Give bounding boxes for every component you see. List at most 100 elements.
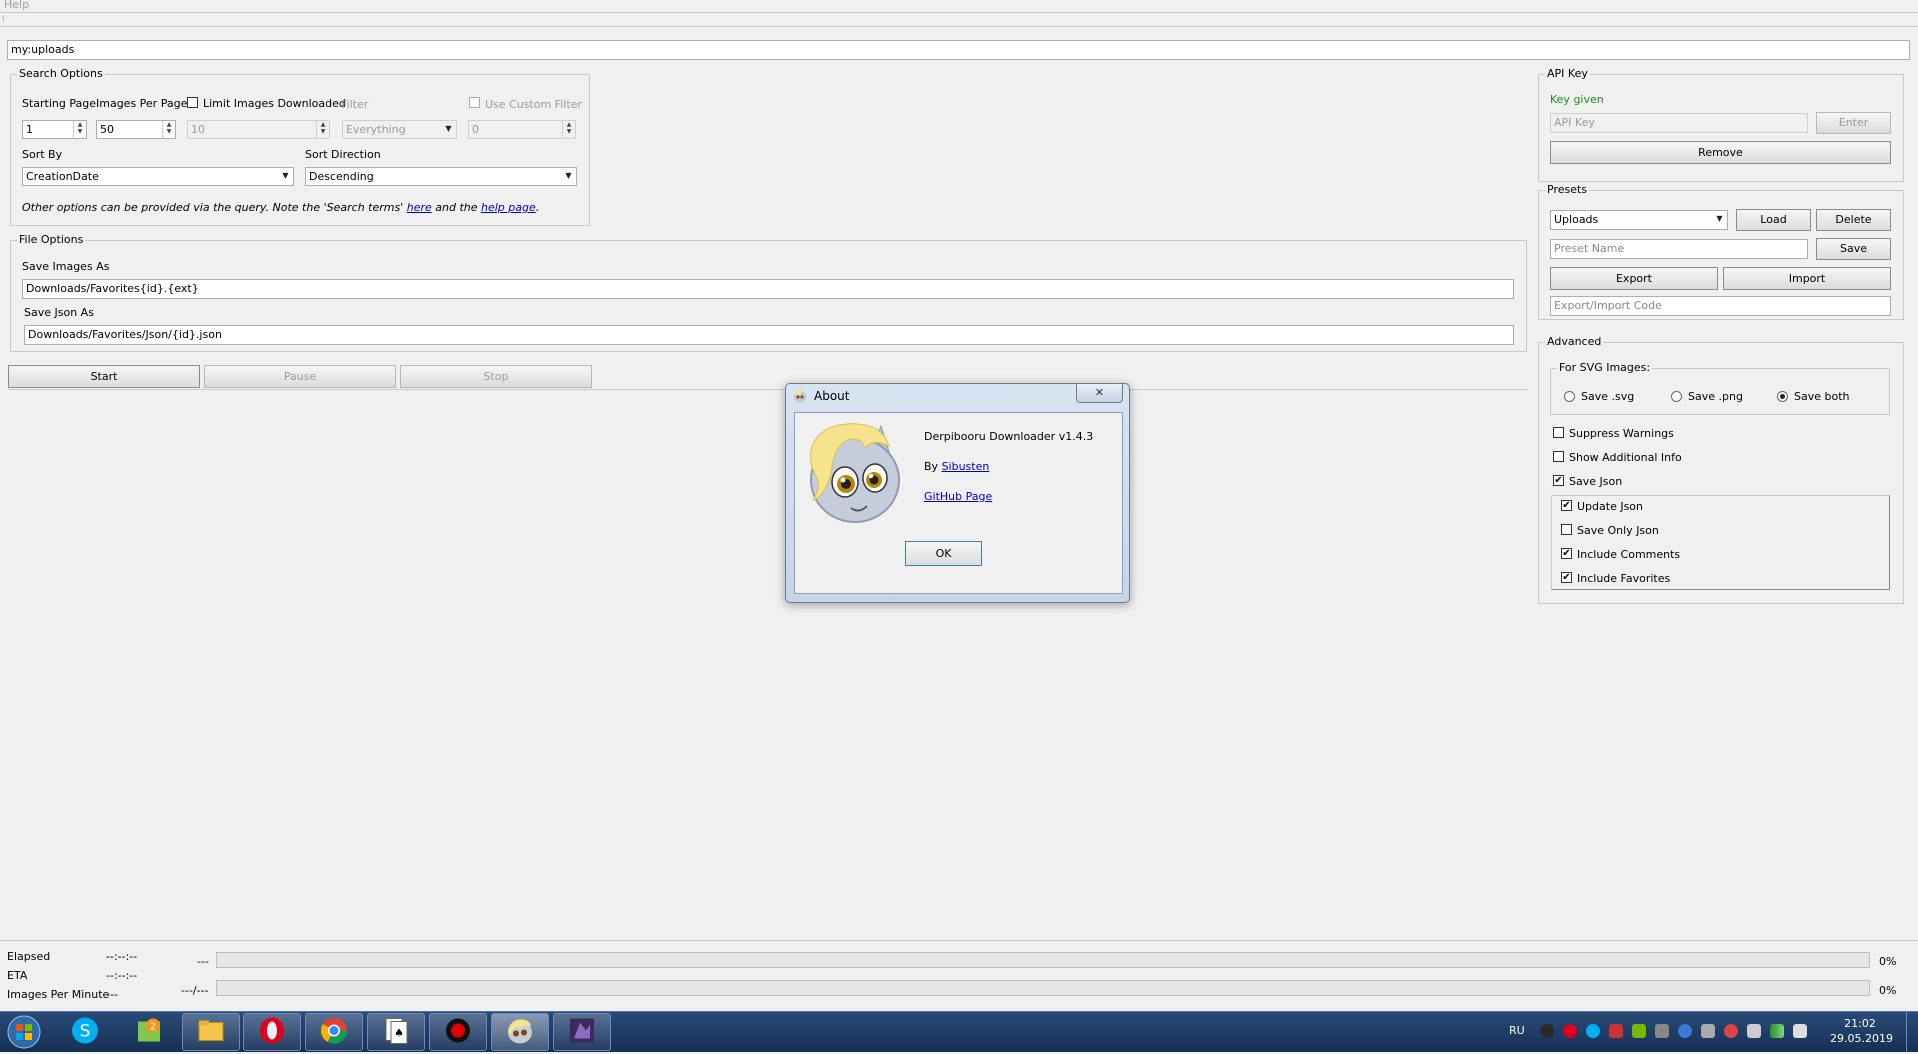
progress-total-text: ---/--- — [181, 984, 209, 997]
advanced-title: Advanced — [1545, 335, 1604, 348]
save-only-json-checkbox[interactable] — [1561, 524, 1572, 535]
save-png-label: Save .png — [1688, 390, 1743, 403]
skype-tray-icon[interactable] — [1586, 1024, 1600, 1038]
suppress-warnings-checkbox[interactable] — [1553, 427, 1564, 438]
delete-preset-button[interactable]: Delete — [1816, 209, 1891, 231]
volume-icon[interactable] — [1701, 1024, 1715, 1038]
taskbar-opera[interactable] — [243, 1013, 301, 1051]
signal-bars-icon[interactable] — [1793, 1024, 1807, 1038]
api-key-input[interactable]: API Key — [1550, 113, 1808, 133]
sort-by-select[interactable]: CreationDate ▼ — [22, 167, 294, 186]
help-menu[interactable]: Help — [4, 0, 29, 11]
preset-select[interactable]: Uploads ▼ — [1550, 210, 1728, 230]
derpy-logo — [803, 418, 908, 525]
taskbar: S 2 ♠ RU 21:02 29.05.2019 — [0, 1011, 1918, 1052]
about-content: Derpibooru Downloader v1.4.3 By Sibusten… — [794, 412, 1123, 594]
tray-app-icon[interactable] — [1540, 1024, 1554, 1038]
save-both-radio[interactable] — [1777, 391, 1788, 402]
pause-button[interactable]: Pause — [204, 365, 396, 388]
preset-name-input[interactable]: Preset Name — [1550, 239, 1808, 259]
spin-arrows-icon[interactable]: ▲ ▼ — [316, 121, 329, 138]
limit-images-stepper[interactable]: 10 ▲ ▼ — [187, 120, 330, 139]
search-terms-link[interactable]: here — [407, 201, 432, 214]
start-button-orb[interactable] — [4, 1013, 44, 1051]
filter-select[interactable]: Everything ▼ — [342, 120, 457, 139]
show-desktop-button[interactable] — [1906, 1012, 1918, 1052]
preset-selected-value: Uploads — [1554, 213, 1599, 226]
load-preset-button[interactable]: Load — [1736, 209, 1811, 231]
taskbar-skype[interactable]: S — [56, 1013, 114, 1051]
speaker-icon[interactable] — [1655, 1024, 1669, 1038]
taskbar-derpibooru-downloader[interactable] — [491, 1013, 549, 1051]
query-input[interactable]: my:uploads — [7, 40, 1910, 60]
tray-red-icon[interactable] — [1724, 1024, 1738, 1038]
nvidia-icon[interactable] — [1632, 1024, 1646, 1038]
limit-images-checkbox[interactable] — [187, 97, 198, 108]
opera-tray-icon[interactable] — [1563, 1024, 1577, 1038]
clock-date: 29.05.2019 — [1830, 1032, 1893, 1045]
shield-icon[interactable] — [1609, 1024, 1623, 1038]
search-note-text: Other options can be provided via the qu… — [22, 201, 407, 214]
save-images-input[interactable]: Downloads/Favorites{id}.{ext} — [22, 279, 1514, 299]
taskbar-explorer[interactable] — [182, 1013, 240, 1051]
skype-icon: S — [71, 1017, 99, 1048]
starting-page-stepper[interactable]: 1 ▲ ▼ — [22, 120, 87, 139]
save-json-option-label: Save Json — [1569, 475, 1623, 488]
spin-arrows-icon[interactable]: ▲ ▼ — [562, 121, 575, 138]
teamviewer-icon[interactable] — [1678, 1024, 1692, 1038]
chevron-down-icon: ▼ — [282, 171, 289, 180]
opera-icon — [258, 1017, 286, 1048]
taskbar-maps[interactable]: 2 — [120, 1013, 178, 1051]
save-json-input[interactable]: Downloads/Favorites/Json/{id}.json — [24, 325, 1514, 345]
sort-by-label: Sort By — [22, 148, 63, 161]
starting-page-label: Starting Page — [22, 97, 97, 110]
remove-key-button[interactable]: Remove — [1550, 141, 1891, 164]
clock[interactable]: 21:02 29.05.2019 — [1830, 1016, 1893, 1046]
spin-arrows-icon[interactable]: ▲ ▼ — [73, 121, 86, 138]
filter-value: Everything — [346, 123, 406, 136]
images-per-minute-value: --- — [106, 988, 118, 1001]
include-comments-checkbox[interactable]: ✔ — [1561, 548, 1572, 559]
network-icon[interactable] — [1747, 1024, 1761, 1038]
chevron-down-icon: ▼ — [565, 171, 572, 180]
use-custom-filter-label: Use Custom Filter — [485, 98, 582, 111]
include-favorites-label: Include Favorites — [1577, 572, 1671, 585]
divider — [0, 940, 1918, 941]
sort-direction-select[interactable]: Descending ▼ — [305, 167, 577, 186]
taskbar-pony-app[interactable] — [553, 1013, 611, 1051]
progress-count-text: --- — [197, 955, 209, 968]
close-button[interactable]: ✕ — [1076, 384, 1123, 403]
presets-title: Presets — [1545, 183, 1590, 196]
save-svg-radio[interactable] — [1564, 391, 1575, 402]
start-button[interactable]: Start — [8, 365, 200, 388]
github-page-link[interactable]: GitHub Page — [924, 490, 992, 503]
taskbar-chrome[interactable] — [305, 1013, 363, 1051]
export-import-code-input[interactable]: Export/Import Code — [1550, 296, 1891, 316]
use-custom-filter-checkbox[interactable] — [469, 97, 480, 108]
update-json-checkbox[interactable]: ✔ — [1561, 500, 1572, 511]
show-additional-info-checkbox[interactable] — [1553, 451, 1564, 462]
search-note-text: . — [535, 201, 540, 214]
include-favorites-checkbox[interactable]: ✔ — [1561, 572, 1572, 583]
signal-icon[interactable] — [1770, 1024, 1784, 1038]
import-button[interactable]: Import — [1723, 267, 1891, 290]
export-button[interactable]: Export — [1550, 267, 1718, 290]
close-icon: ✕ — [1094, 386, 1105, 399]
starting-page-value: 1 — [26, 123, 33, 136]
taskbar-solitaire[interactable]: ♠ — [367, 1013, 425, 1051]
save-json-checkbox[interactable]: ✔ — [1553, 475, 1564, 486]
save-preset-button[interactable]: Save — [1816, 238, 1891, 260]
include-comments-label: Include Comments — [1577, 548, 1681, 561]
author-link[interactable]: Sibusten — [942, 460, 990, 473]
images-per-page-stepper[interactable]: 50 ▲ ▼ — [96, 120, 176, 139]
enter-button[interactable]: Enter — [1816, 112, 1891, 134]
language-indicator[interactable]: RU — [1509, 1024, 1525, 1037]
custom-filter-stepper[interactable]: 0 ▲ ▼ — [468, 120, 576, 139]
stop-button[interactable]: Stop — [400, 365, 592, 388]
save-json-label: Save Json As — [24, 306, 94, 319]
spin-arrows-icon[interactable]: ▲ ▼ — [162, 121, 175, 138]
help-page-link[interactable]: help page — [481, 201, 536, 214]
save-png-radio[interactable] — [1671, 391, 1682, 402]
taskbar-recorder[interactable] — [429, 1013, 487, 1051]
ok-button[interactable]: OK — [905, 541, 982, 566]
